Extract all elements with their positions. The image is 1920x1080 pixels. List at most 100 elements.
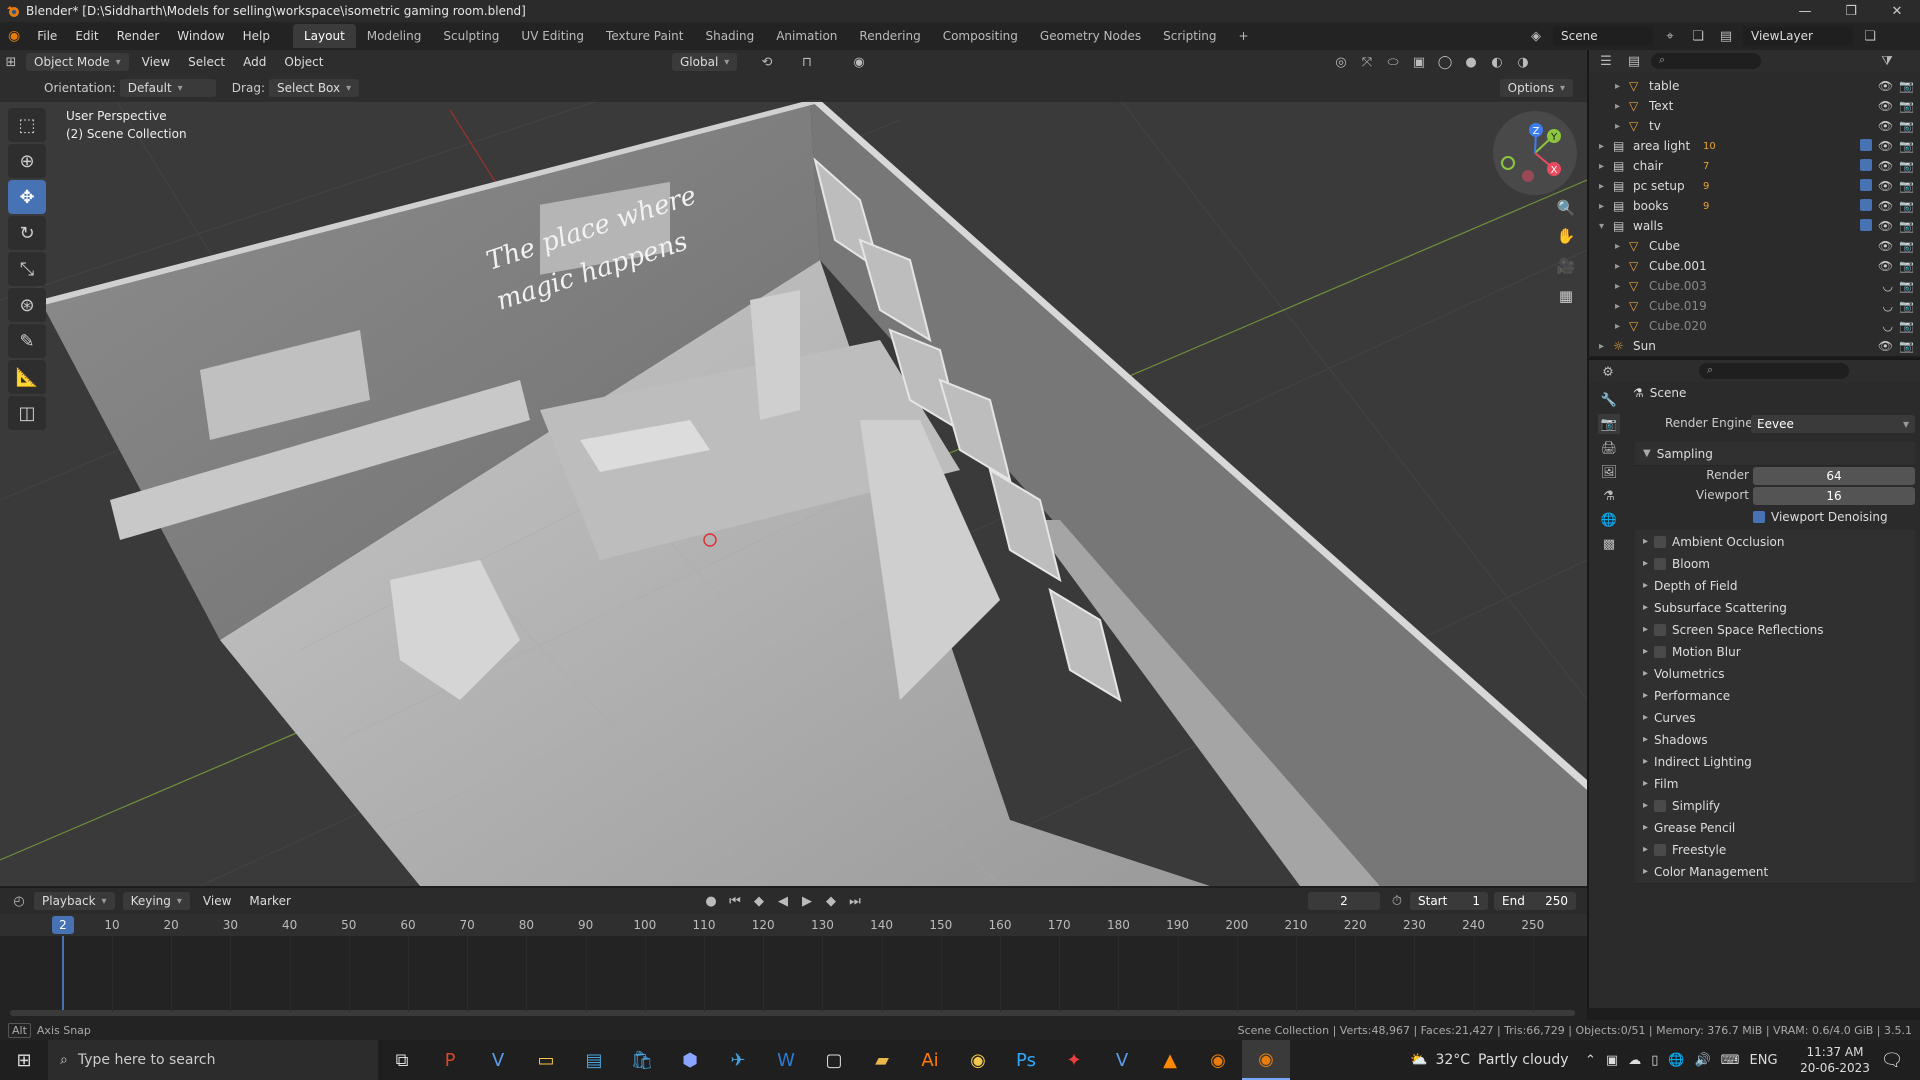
outliner-row[interactable]: ▸ ▤ pc setup 9 👁 📷	[1589, 176, 1920, 196]
start-frame-field[interactable]: Start 1	[1410, 892, 1488, 910]
view-layer-field[interactable]: ViewLayer	[1743, 27, 1853, 45]
snap-icon[interactable]: ⊓	[796, 52, 818, 72]
show-hidden-icons-icon[interactable]: ⌃	[1585, 1053, 1596, 1068]
outliner-row[interactable]: ▸ ▽ Cube.003 ◡ 📷	[1589, 276, 1920, 296]
app5-icon[interactable]: ▰	[858, 1040, 906, 1080]
view-layer-tab-icon[interactable]: 🖼	[1598, 462, 1620, 482]
vlc-icon[interactable]: ▲	[1146, 1040, 1194, 1080]
rendered-shading-icon[interactable]: ◑	[1512, 52, 1534, 72]
outliner-row[interactable]: ▸ ▤ chair 7 👁 📷	[1589, 156, 1920, 176]
jump-end-icon[interactable]: ⏭	[844, 891, 866, 911]
render-visibility-icon[interactable]: 📷	[1899, 119, 1914, 133]
editor-type-icon[interactable]: ⊞	[0, 52, 22, 72]
add-workspace-button[interactable]: +	[1228, 24, 1260, 48]
outliner-row[interactable]: ▾ ▤ walls 👁 📷	[1589, 216, 1920, 236]
cursor-tool-icon[interactable]: ⊕	[8, 144, 46, 178]
outliner-search-input[interactable]: ⌕	[1651, 53, 1761, 69]
orientation-dropdown[interactable]: Default	[119, 79, 216, 97]
scale-tool-icon[interactable]: ⤡	[8, 252, 46, 286]
panel-film[interactable]: ▸ Film	[1635, 772, 1915, 796]
panel-motion-blur[interactable]: ▸ Motion Blur	[1635, 640, 1915, 664]
render-visibility-icon[interactable]: 📷	[1899, 139, 1914, 153]
filter-icon[interactable]: ⧩	[1876, 51, 1898, 71]
clock[interactable]: 11:37 AM 20-06-2023	[1800, 1044, 1870, 1076]
render-visibility-icon[interactable]: 📷	[1899, 219, 1914, 233]
rotate-tool-icon[interactable]: ↻	[8, 216, 46, 250]
visibility-eye-icon[interactable]: 👁	[1878, 159, 1893, 173]
collection-include-checkbox[interactable]	[1859, 219, 1872, 231]
render-visibility-icon[interactable]: 📷	[1899, 99, 1914, 113]
collection-include-checkbox[interactable]	[1859, 159, 1872, 171]
visibility-eye-icon[interactable]: 👁	[1878, 179, 1893, 193]
playback-dropdown[interactable]: Playback	[34, 892, 115, 910]
scene-tab-icon[interactable]: ⚗	[1598, 486, 1620, 506]
app4-icon[interactable]: ▢	[810, 1040, 858, 1080]
panel-ambient-occlusion[interactable]: ▸ Ambient Occlusion	[1635, 530, 1915, 554]
weather-temp[interactable]: 32°C	[1435, 1052, 1470, 1068]
windows-start-icon[interactable]: ⊞	[0, 1040, 48, 1080]
visibility-eye-icon[interactable]: 👁	[1878, 99, 1893, 113]
tab-compositing[interactable]: Compositing	[932, 24, 1029, 48]
panel-enable-checkbox[interactable]	[1654, 799, 1667, 812]
panel-curves[interactable]: ▸ Curves	[1635, 706, 1915, 730]
visibility-eye-icon[interactable]: 👁	[1878, 79, 1893, 93]
outliner-row[interactable]: ▸ ▽ Text 👁 📷	[1589, 96, 1920, 116]
pin-icon[interactable]: ⌖	[1659, 26, 1681, 46]
new-view-layer-icon[interactable]: ❏	[1859, 26, 1881, 46]
volume-icon[interactable]: 🔊	[1695, 1053, 1711, 1068]
viewport-denoising-checkbox[interactable]: Viewport Denoising	[1753, 510, 1888, 524]
visibility-eye-icon[interactable]: 👁	[1878, 219, 1893, 233]
properties-editor-type-icon[interactable]: ⚙	[1597, 362, 1619, 382]
tool-tab-icon[interactable]: 🔧	[1598, 390, 1620, 410]
panel-grease-pencil[interactable]: ▸ Grease Pencil	[1635, 816, 1915, 840]
render-visibility-icon[interactable]: 📷	[1899, 179, 1914, 193]
render-engine-dropdown[interactable]: Eevee ▾	[1751, 415, 1915, 433]
menu-file[interactable]: File	[28, 29, 66, 43]
options-dropdown[interactable]: Options	[1499, 79, 1573, 97]
camera-view-icon[interactable]: 🎥	[1553, 253, 1579, 279]
menu-add[interactable]: Add	[234, 55, 275, 69]
expand-arrow-icon[interactable]: ▸	[1615, 301, 1620, 312]
texture-tab-icon[interactable]: ▩	[1598, 534, 1620, 554]
xray-icon[interactable]: ▣	[1408, 52, 1430, 72]
render-visibility-icon[interactable]: 📷	[1899, 319, 1914, 333]
visibility-eye-icon[interactable]: ◡	[1883, 319, 1893, 333]
maximize-button[interactable]: ❐	[1828, 0, 1874, 22]
pivot-icon[interactable]: ⟲	[756, 52, 778, 72]
jump-start-icon[interactable]: ⏮	[724, 891, 746, 911]
tab-animation[interactable]: Animation	[765, 24, 848, 48]
keying-dropdown[interactable]: Keying	[122, 892, 190, 910]
task-view-icon[interactable]: ⧉	[378, 1040, 426, 1080]
tray-app-icon[interactable]: ▣	[1606, 1053, 1618, 1068]
illustrator-icon[interactable]: Ai	[906, 1040, 954, 1080]
app-icon[interactable]: ▤	[570, 1040, 618, 1080]
menu-help[interactable]: Help	[234, 29, 279, 43]
wireframe-shading-icon[interactable]: ◯	[1434, 52, 1456, 72]
output-tab-icon[interactable]: 🖨	[1598, 438, 1620, 458]
panel-enable-checkbox[interactable]	[1654, 557, 1667, 570]
expand-arrow-icon[interactable]: ▾	[1599, 221, 1604, 232]
playhead-line[interactable]	[62, 936, 64, 1012]
timeline-menu-marker[interactable]: Marker	[240, 894, 299, 908]
app6-icon[interactable]: ✦	[1050, 1040, 1098, 1080]
tab-layout[interactable]: Layout	[292, 24, 356, 48]
render-visibility-icon[interactable]: 📷	[1899, 339, 1914, 353]
tab-rendering[interactable]: Rendering	[848, 24, 931, 48]
measure-tool-icon[interactable]: 📐	[8, 360, 46, 394]
onedrive-icon[interactable]: ☁	[1628, 1053, 1641, 1068]
outliner-row[interactable]: ▸ ▽ Cube.001 👁 📷	[1589, 256, 1920, 276]
panel-performance[interactable]: ▸ Performance	[1635, 684, 1915, 708]
visibility-eye-icon[interactable]: 👁	[1878, 139, 1893, 153]
render-visibility-icon[interactable]: 📷	[1899, 199, 1914, 213]
render-visibility-icon[interactable]: 📷	[1899, 239, 1914, 253]
display-mode-icon[interactable]: ▤	[1623, 51, 1645, 71]
tab-uv-editing[interactable]: UV Editing	[510, 24, 595, 48]
network-icon[interactable]: 🌐	[1668, 1053, 1684, 1068]
panel-shadows[interactable]: ▸ Shadows	[1635, 728, 1915, 752]
outliner-row[interactable]: ▸ ☼ Sun 👁 📷	[1589, 336, 1920, 356]
notifications-icon[interactable]: 🗨	[1868, 1040, 1916, 1080]
next-keyframe-icon[interactable]: ◆	[820, 891, 842, 911]
tab-shading[interactable]: Shading	[694, 24, 765, 48]
powerpoint-icon[interactable]: P	[426, 1040, 474, 1080]
playhead-frame[interactable]: 2	[52, 916, 74, 934]
